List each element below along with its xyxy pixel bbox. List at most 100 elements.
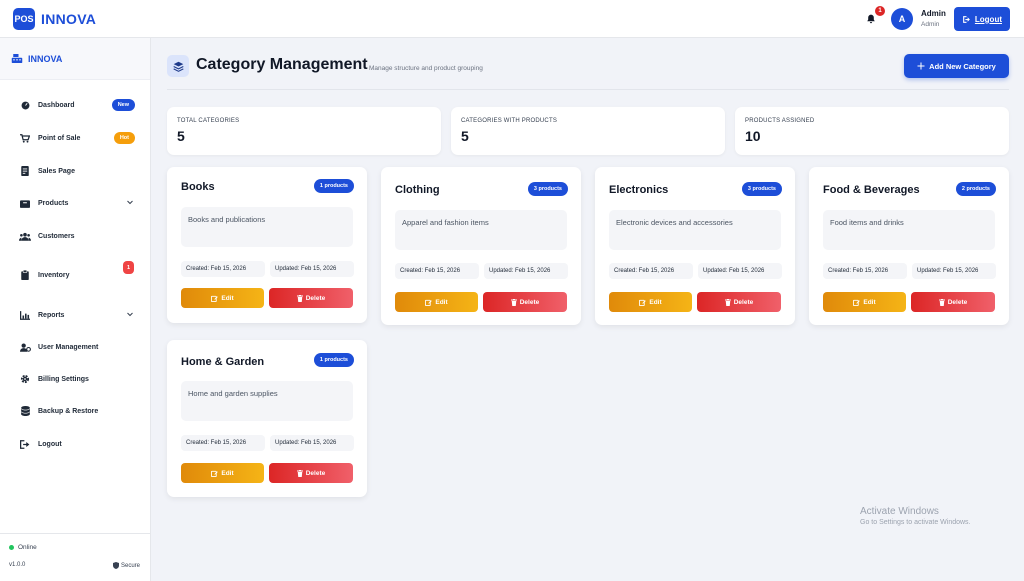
user-role: Admin (921, 20, 940, 28)
delete-label: Delete (519, 298, 540, 306)
avatar[interactable]: A (891, 8, 913, 30)
category-card-food-beverages: Food & Beverages 2 products Food items a… (809, 167, 1009, 325)
sidebar-item-sales-page[interactable]: Sales Page (0, 161, 151, 181)
sidebar-item-dashboard[interactable]: Dashboard New (0, 95, 151, 115)
stat-categories-with-products: CATEGORIES WITH PRODUCTS 5 (451, 107, 725, 155)
sidebar-item-customers[interactable]: Customers (0, 226, 151, 246)
trash-icon (724, 298, 731, 306)
sidebar-item-user-management[interactable]: User Management (0, 337, 151, 357)
sidebar-item-label: Point of Sale (38, 134, 81, 142)
category-description: Home and garden supplies (181, 381, 353, 421)
sidebar-item-backup-restore[interactable]: Backup & Restore (0, 401, 151, 421)
stat-label: TOTAL CATEGORIES (177, 118, 240, 124)
add-button-label: Add New Category (929, 61, 996, 71)
plus-icon (917, 62, 925, 70)
delete-button[interactable]: Delete (911, 292, 995, 312)
sidebar-item-billing-settings[interactable]: Billing Settings (0, 369, 151, 389)
edit-button[interactable]: Edit (609, 292, 692, 312)
edit-icon (639, 299, 647, 306)
cash-register-icon (11, 54, 23, 63)
edit-button[interactable]: Edit (395, 292, 478, 312)
receipt-icon (19, 165, 31, 177)
created-date: Created: Feb 15, 2026 (609, 263, 693, 279)
shield-icon (112, 562, 119, 569)
edit-label: Edit (863, 298, 876, 306)
category-name: Electronics (609, 184, 669, 196)
cart-icon (19, 132, 31, 144)
product-count-badge: 3 products (527, 182, 568, 196)
divider (167, 89, 1009, 90)
category-card-electronics: Electronics 3 products Electronic device… (595, 167, 795, 325)
category-card-home-garden: Home & Garden 1 products Home and garden… (167, 340, 367, 497)
delete-button[interactable]: Delete (483, 292, 567, 312)
windows-activation-watermark: Activate Windows Go to Settings to activ… (860, 506, 971, 526)
edit-button[interactable]: Edit (181, 463, 264, 483)
gear-icon (19, 373, 31, 385)
delete-button[interactable]: Delete (269, 463, 353, 483)
category-card-clothing: Clothing 3 products Apparel and fashion … (381, 167, 581, 325)
stat-label: PRODUCTS ASSIGNED (745, 118, 815, 124)
trash-icon (938, 298, 945, 306)
category-description: Books and publications (181, 207, 353, 247)
edit-icon (425, 299, 433, 306)
category-description: Food items and drinks (823, 210, 995, 250)
stat-value: 5 (177, 128, 185, 144)
user-cog-icon (19, 341, 31, 353)
updated-date: Updated: Feb 15, 2026 (270, 435, 354, 451)
stat-value: 5 (461, 128, 469, 144)
top-bar: POS INNOVA 1 A Admin Admin Logout (0, 0, 1024, 38)
notifications-button[interactable]: 1 (863, 6, 885, 27)
edit-button[interactable]: Edit (823, 292, 906, 312)
sidebar-item-reports[interactable]: Reports (0, 305, 151, 325)
sidebar-item-label: Products (38, 199, 69, 207)
logout-button[interactable]: Logout (953, 7, 1010, 31)
watermark-subtitle: Go to Settings to activate Windows. (860, 519, 971, 526)
sidebar-item-inventory[interactable]: Inventory 1 (0, 261, 151, 285)
add-new-category-button[interactable]: Add New Category (904, 54, 1009, 78)
page-title: Category Management (196, 56, 368, 73)
chart-icon (19, 309, 31, 321)
edit-icon (211, 470, 219, 477)
sidebar-item-products[interactable]: Products (0, 193, 151, 213)
edit-icon (211, 295, 219, 302)
sidebar-brand-name: INNOVA (28, 53, 63, 64)
sidebar-item-point-of-sale[interactable]: Point of Sale Hot (0, 128, 151, 148)
sidebar-item-logout[interactable]: Logout (0, 434, 151, 454)
online-status: Online (9, 544, 37, 551)
updated-date: Updated: Feb 15, 2026 (484, 263, 568, 279)
app-version: v1.0.0 (9, 562, 26, 568)
sidebar-footer: Online v1.0.0 Secure (0, 533, 151, 581)
category-card-books: Books 1 products Books and publications … (167, 167, 367, 323)
user-info: Admin Admin (921, 9, 946, 28)
edit-button[interactable]: Edit (181, 288, 264, 308)
created-date: Created: Feb 15, 2026 (395, 263, 479, 279)
stat-total-categories: TOTAL CATEGORIES 5 (167, 107, 441, 155)
product-count-badge: 1 products (313, 353, 354, 367)
edit-label: Edit (221, 469, 234, 477)
online-label: Online (18, 544, 37, 551)
user-name: Admin (921, 9, 946, 19)
delete-button[interactable]: Delete (269, 288, 353, 308)
updated-date: Updated: Feb 15, 2026 (698, 263, 782, 279)
delete-label: Delete (305, 294, 326, 302)
hot-badge: Hot (113, 132, 135, 144)
sidebar-item-label: Logout (38, 440, 62, 448)
edit-label: Edit (649, 298, 662, 306)
sidebar-item-label: Sales Page (38, 167, 75, 175)
category-name: Books (181, 181, 215, 193)
brand[interactable]: POS INNOVA (13, 7, 97, 30)
page-subtitle: Manage structure and product grouping (369, 65, 483, 72)
sidebar-item-label: Billing Settings (38, 375, 89, 383)
brand-name: INNOVA (41, 10, 97, 27)
updated-date: Updated: Feb 15, 2026 (912, 263, 996, 279)
chevron-down-icon (127, 312, 133, 317)
chevron-down-icon (127, 200, 133, 205)
edit-label: Edit (435, 298, 448, 306)
sidebar-item-label: Reports (38, 311, 65, 319)
delete-button[interactable]: Delete (697, 292, 781, 312)
category-name: Home & Garden (181, 356, 265, 368)
updated-date: Updated: Feb 15, 2026 (270, 261, 354, 277)
stat-value: 10 (745, 128, 761, 144)
product-count-badge: 1 products (313, 179, 354, 193)
created-date: Created: Feb 15, 2026 (181, 261, 265, 277)
